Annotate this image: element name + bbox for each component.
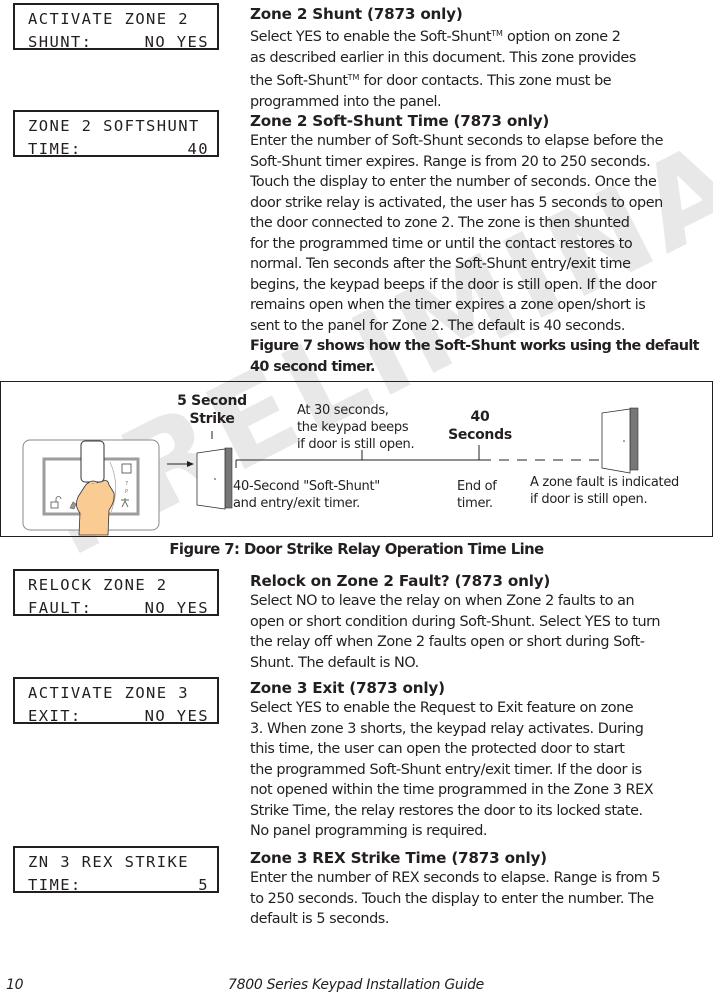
lcd-line2-value: 40 xyxy=(187,140,209,158)
arrow-head xyxy=(187,461,194,467)
section-body: Enter the number of REX seconds to elaps… xyxy=(250,868,712,930)
section-title: Zone 2 Shunt (7873 only) xyxy=(250,5,463,23)
body-line: No panel programming is required. xyxy=(250,823,488,839)
lcd-line1: ZONE 2 SOFTSHUNT xyxy=(28,117,200,135)
lcd-zn3-rex-strike-time: ZN 3 REX STRIKE TIME: 5 xyxy=(13,846,219,894)
section-title: Relock on Zone 2 Fault? (7873 only) xyxy=(250,572,551,590)
section-body: Select NO to leave the relay on when Zon… xyxy=(250,591,712,673)
section-title: Zone 3 REX Strike Time (7873 only) xyxy=(250,849,547,867)
body-line: Select YES to enable the Soft-ShuntTM op… xyxy=(250,29,621,45)
page-number: 10 xyxy=(6,977,24,993)
body-line: Select YES to enable the Request to Exit… xyxy=(250,700,634,716)
lcd-activate-zone3-exit: ACTIVATE ZONE 3 EXIT: NO YES xyxy=(13,677,219,725)
body-line: Strike Time, the relay restores the door… xyxy=(250,802,643,819)
keypad-digit: 7 xyxy=(125,481,128,487)
door-frame-hatched xyxy=(629,407,639,471)
body-line: Enter the number of Soft-Shunt seconds t… xyxy=(250,133,663,149)
trademark-symbol: TM xyxy=(491,29,503,38)
lcd-line2-label: TIME: xyxy=(28,140,82,158)
body-line: sent to the panel for Zone 2. The defaul… xyxy=(250,317,625,334)
body-line: the door connected to zone 2. The zone i… xyxy=(250,215,630,231)
figure-7-timeline: 7 P 5 Second Strike At 30 seconds, the k… xyxy=(0,381,713,537)
body-line: programmed into the panel. xyxy=(250,93,442,110)
section-body: Select YES to enable the Soft-ShuntTM op… xyxy=(250,24,712,112)
lcd-line2-value: NO YES xyxy=(144,33,209,51)
body-line: 3. When zone 3 shorts, the keypad relay … xyxy=(250,720,644,737)
trademark-symbol: TM xyxy=(347,73,360,82)
zone-fault-note: A zone fault is indicated if door is stil… xyxy=(530,475,679,507)
lcd-activate-zone2-shunt: ACTIVATE ZONE 2 SHUNT: NO YES xyxy=(13,3,219,51)
figure-caption: Figure 7: Door Strike Relay Operation Ti… xyxy=(169,541,544,558)
keypad-illustration: 7 P xyxy=(22,439,160,536)
lcd-line1: ACTIVATE ZONE 3 xyxy=(28,684,189,702)
body-line: Enter the number of REX seconds to elaps… xyxy=(250,870,661,886)
lcd-line2-label: EXIT: xyxy=(28,707,82,725)
lcd-line2-value: NO YES xyxy=(144,599,209,617)
body-line: as described earlier in this document. T… xyxy=(250,49,636,66)
door-open-icon xyxy=(601,407,639,474)
body-line: open or short condition during Soft-Shun… xyxy=(250,613,661,630)
body-line: the Soft-ShuntTM for door contacts. This… xyxy=(250,73,612,89)
door-open-icon xyxy=(196,447,233,510)
timer-note: 40-Second "Soft-Shunt" and entry/exit tim… xyxy=(233,479,380,511)
lcd-line2-label: SHUNT: xyxy=(28,33,93,51)
section-zone2-shunt: Zone 2 Shunt (7873 only) Select YES to e… xyxy=(250,4,712,112)
body-line: Touch the display to enter the number of… xyxy=(250,174,657,190)
door-frame-hatched xyxy=(224,447,233,509)
section-zone2-softshunt-time: Zone 2 Soft-Shunt Time (7873 only) Enter… xyxy=(250,111,712,377)
section-relock-zone2-fault: Relock on Zone 2 Fault? (7873 only) Sele… xyxy=(250,571,712,673)
lcd-zone2-softshunt-time: ZONE 2 SOFTSHUNT TIME: 40 xyxy=(13,110,219,158)
lcd-line2-label: TIME: xyxy=(28,876,82,894)
body-line: remains open when the timer expires a zo… xyxy=(250,297,646,313)
end-time-label: 40 Seconds xyxy=(448,409,512,443)
lcd-line2-value: NO YES xyxy=(144,707,209,725)
section-title: Zone 3 Exit (7873 only) xyxy=(250,679,445,697)
keypad-digit: P xyxy=(125,489,128,495)
beep-note: At 30 seconds, the keypad beeps if door is… xyxy=(297,403,415,452)
guide-title: 7800 Series Keypad Installation Guide xyxy=(228,977,484,993)
body-line: Select NO to leave the relay on when Zon… xyxy=(250,593,635,609)
body-line: begins, the keypad beeps if the door is … xyxy=(250,276,657,293)
body-line: not opened within the time programmed in… xyxy=(250,782,654,798)
lcd-relock-zone2-fault: RELOCK ZONE 2 FAULT: NO YES xyxy=(13,569,219,617)
section-zone3-exit: Zone 3 Exit (7873 only) Select YES to en… xyxy=(250,678,712,842)
lcd-line2-value: 5 xyxy=(198,876,209,894)
body-line: to 250 seconds. Touch the display to ent… xyxy=(250,890,654,907)
end-of-timer-note: End of timer. xyxy=(457,479,497,511)
body-line: 40 second timer. xyxy=(250,358,375,375)
body-line: Soft-Shunt timer expires. Range is from … xyxy=(250,153,651,170)
section-body: Enter the number of Soft-Shunt seconds t… xyxy=(250,131,712,336)
lcd-line1: ZN 3 REX STRIKE xyxy=(28,853,189,871)
strike-label: 5 Second Strike xyxy=(177,393,247,427)
body-line: for the programmed time or until the con… xyxy=(250,235,633,252)
body-line: normal. Ten seconds after the Soft-Shunt… xyxy=(250,256,631,272)
body-line: Shunt. The default is NO. xyxy=(250,654,419,671)
body-line: the relay off when Zone 2 faults open or… xyxy=(250,634,645,650)
section-zone3-rex-strike-time: Zone 3 REX Strike Time (7873 only) Enter… xyxy=(250,848,712,930)
keypad-status-icon xyxy=(121,463,132,474)
body-line: default is 5 seconds. xyxy=(250,911,389,927)
body-line: the programmed Soft-Shunt entry/exit tim… xyxy=(250,761,642,778)
figure-reference: Figure 7 shows how the Soft-Shunt works … xyxy=(250,336,712,377)
lcd-line2-label: FAULT: xyxy=(28,599,93,617)
body-line: door strike relay is activated, the user… xyxy=(250,194,663,211)
body-line: Figure 7 shows how the Soft-Shunt works … xyxy=(250,338,700,354)
lcd-line1: RELOCK ZONE 2 xyxy=(28,576,168,594)
access-card xyxy=(80,440,105,483)
body-line: this time, the user can open the protect… xyxy=(250,741,625,757)
lcd-line1: ACTIVATE ZONE 2 xyxy=(28,10,189,28)
section-title: Zone 2 Soft-Shunt Time (7873 only) xyxy=(250,112,550,130)
section-body: Select YES to enable the Request to Exit… xyxy=(250,698,712,842)
